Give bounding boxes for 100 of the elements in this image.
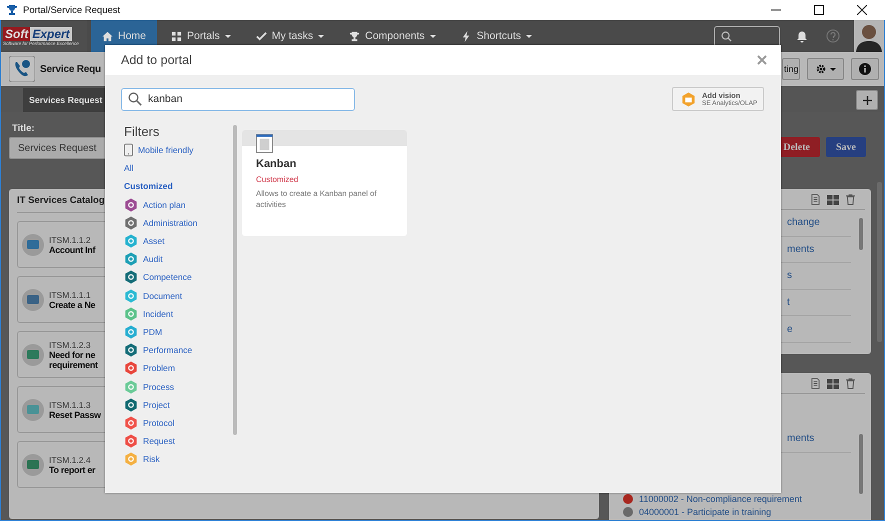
service-title: To report er <box>49 464 96 474</box>
service-title: Create a Ne <box>49 300 96 310</box>
module-icon <box>124 361 138 376</box>
filter-item[interactable]: Incident <box>124 304 233 323</box>
service-code: ITSM.1.2.3 <box>49 340 92 350</box>
grid-icon <box>171 30 182 42</box>
nav-tab[interactable]: Components <box>338 20 447 52</box>
filter-item[interactable]: Problem <box>124 359 233 378</box>
filter-item[interactable]: Protocol <box>124 414 233 432</box>
caret-icon <box>830 68 836 70</box>
grid-icon[interactable] <box>827 194 839 204</box>
list-link[interactable]: ments <box>787 244 814 255</box>
check-icon <box>256 30 267 42</box>
filter-item[interactable]: Mobile friendly <box>124 141 233 160</box>
settings-button[interactable] <box>807 58 844 80</box>
list-link[interactable]: change <box>787 217 820 228</box>
search-icon <box>128 92 142 106</box>
module-icon <box>124 324 138 339</box>
service-code: ITSM.1.1.1 <box>49 290 92 300</box>
nav-tab[interactable]: Shortcuts <box>450 20 544 52</box>
module-icon <box>124 452 138 466</box>
service-code: ITSM.1.1.2 <box>49 234 92 244</box>
grid-icon[interactable] <box>827 378 839 388</box>
document-icon[interactable] <box>811 378 820 389</box>
list-link[interactable]: s <box>787 270 792 282</box>
dialog-title: Add to portal <box>121 53 192 67</box>
filter-item[interactable]: Request <box>124 432 233 450</box>
list-link[interactable]: 04000001 - Participate in training <box>639 507 772 518</box>
document-icon[interactable] <box>811 194 820 205</box>
service-icon <box>22 398 44 420</box>
panel-icon <box>256 134 273 153</box>
service-title: Account Inf <box>49 244 96 254</box>
filter-item[interactable]: Administration <box>124 214 233 232</box>
trophy-icon <box>6 4 18 16</box>
result-category: Customized <box>256 175 300 184</box>
save-button[interactable]: Save <box>826 137 866 157</box>
window-title: Portal/Service Request <box>23 4 120 16</box>
service-title: Need for ne <box>49 350 96 360</box>
module-icon <box>124 198 138 212</box>
filter-item[interactable]: All <box>124 159 233 178</box>
list-link[interactable]: 11000002 - Non-compliance requirement <box>639 494 802 504</box>
module-icon <box>124 343 138 358</box>
toolbar-button[interactable]: ting <box>782 58 800 80</box>
filter-item[interactable]: Audit <box>124 250 233 268</box>
service-icon <box>22 234 44 256</box>
avatar[interactable] <box>854 20 884 52</box>
service-title: Reset Passw <box>49 410 101 420</box>
module-icon <box>124 216 138 230</box>
trash-icon[interactable] <box>846 378 855 389</box>
bolt-icon <box>460 30 472 42</box>
filters-heading: Filters <box>124 124 160 139</box>
module-icon <box>124 288 138 303</box>
info-icon <box>859 63 871 75</box>
home-icon <box>102 30 113 42</box>
module-icon <box>124 306 138 321</box>
phone-icon <box>124 143 133 158</box>
filter-item[interactable]: Project <box>124 396 233 414</box>
nav-tab[interactable]: My tasks <box>244 20 336 52</box>
filter-item[interactable]: PDM <box>124 322 233 342</box>
service-code: ITSM.1.2.4 <box>49 454 92 464</box>
service-icon <box>22 344 44 366</box>
module-icon <box>124 252 138 266</box>
plus-icon <box>862 96 872 104</box>
filter-item[interactable]: Document <box>124 286 233 305</box>
filter-item[interactable]: Customized <box>124 177 233 196</box>
filter-item[interactable]: Process <box>124 377 233 396</box>
maximize-icon[interactable] <box>814 5 824 15</box>
service-icon <box>22 454 44 476</box>
status-dot <box>623 507 633 518</box>
service-title: requirement <box>49 360 98 370</box>
list-link[interactable]: ments <box>787 433 814 444</box>
module-icon <box>124 270 138 284</box>
bell-icon[interactable] <box>796 30 808 42</box>
search-icon <box>721 30 732 42</box>
info-button[interactable] <box>851 58 879 80</box>
field-label: Title: <box>12 123 35 134</box>
trash-icon[interactable] <box>846 194 855 205</box>
result-title: Kanban <box>256 158 298 170</box>
module-icon <box>124 234 138 248</box>
list-link[interactable]: e <box>787 324 793 335</box>
search-field[interactable]: kanban <box>121 88 355 110</box>
service-code: ITSM.1.1.3 <box>49 400 92 410</box>
filter-item[interactable]: Risk <box>124 450 233 468</box>
filter-item[interactable]: Action plan <box>124 196 233 214</box>
close-icon[interactable] <box>857 5 867 15</box>
nav-tab[interactable]: Portals <box>160 20 242 52</box>
trophy-icon <box>349 30 360 42</box>
add-tab-button[interactable] <box>856 90 878 110</box>
module-icon <box>124 434 138 448</box>
list-link[interactable]: t <box>787 297 790 308</box>
module-icon <box>124 398 138 412</box>
filter-item[interactable]: Asset <box>124 232 233 250</box>
filter-item[interactable]: Competence <box>124 268 233 286</box>
filter-item[interactable]: Performance <box>124 341 233 360</box>
module-icon <box>124 380 138 394</box>
module-icon <box>124 416 138 430</box>
gear-icon <box>815 63 827 75</box>
phone-icon <box>9 56 35 82</box>
service-icon <box>22 288 44 310</box>
page-title: Service Requ <box>40 64 101 74</box>
